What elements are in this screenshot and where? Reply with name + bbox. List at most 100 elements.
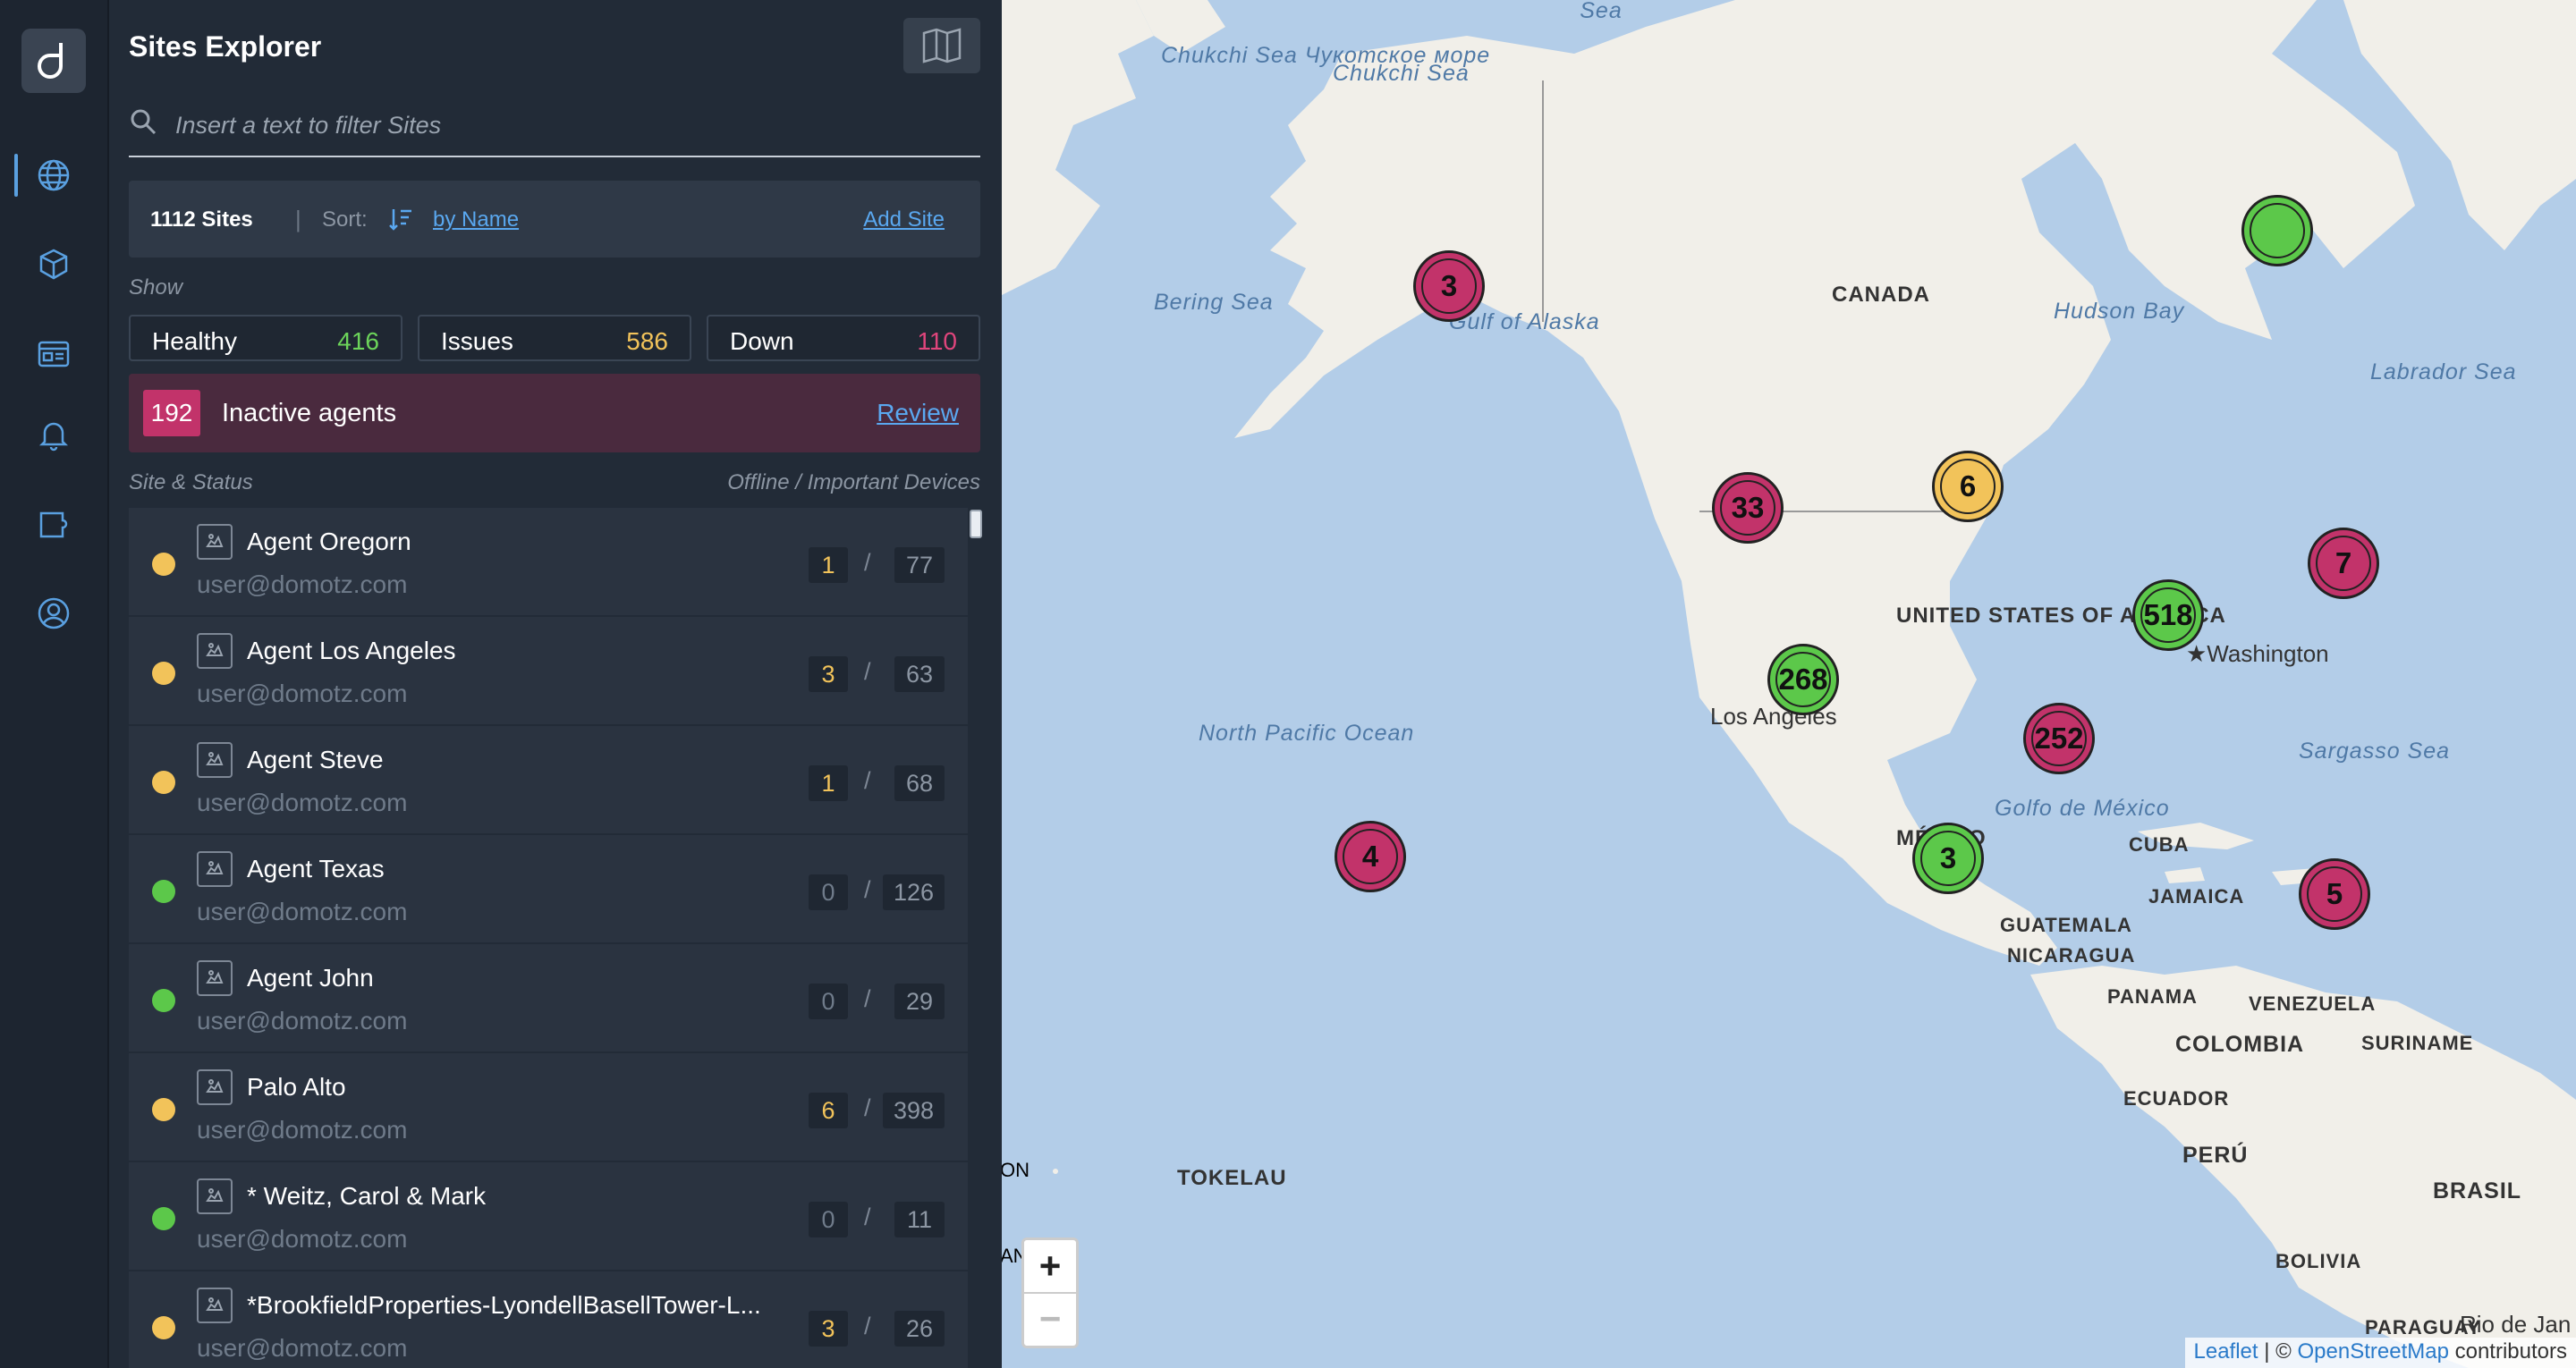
offline-devices-count: 0 [809, 984, 848, 1019]
user-icon [38, 597, 70, 629]
zoom-control: + − [1021, 1237, 1079, 1348]
site-row[interactable]: Agent Steve user@domotz.com 1 / 68 [129, 726, 968, 833]
agent-icon [197, 960, 233, 996]
add-site-link[interactable]: Add Site [863, 207, 945, 232]
status-dot [152, 880, 175, 903]
inactive-agents-banner: 192 Inactive agents Review [129, 374, 980, 452]
bell-icon [38, 422, 69, 452]
map-label-rio: Rio de Jan [2460, 1311, 2572, 1338]
site-row[interactable]: Palo Alto user@domotz.com 6 / 398 [129, 1053, 968, 1161]
map-cluster[interactable] [2241, 195, 2313, 266]
map-label-chukchi-sea-ru: Chukchi Sea Чукотское море [1161, 43, 1491, 68]
zoom-in-button[interactable]: + [1024, 1240, 1076, 1292]
column-site-status: Site & Status [129, 470, 253, 494]
sort-by-name-link[interactable]: by Name [433, 207, 519, 232]
nav-alerts[interactable] [27, 408, 80, 461]
map-toggle-button[interactable] [903, 18, 980, 73]
offline-devices-count: 6 [809, 1093, 848, 1128]
map-label-sargasso-sea: Sargasso Sea [2299, 739, 2451, 764]
count-separator: / [864, 549, 871, 576]
map-label-venezuela: VENEZUELA [2249, 992, 2377, 1015]
nav-account[interactable] [27, 587, 80, 640]
site-owner-email: user@domotz.com [197, 1225, 408, 1253]
domotz-logo[interactable] [21, 29, 86, 93]
osm-link[interactable]: OpenStreetMap [2298, 1339, 2449, 1364]
filter-issues-label: Issues [441, 327, 513, 355]
map-label-brasil: BRASIL [2433, 1178, 2522, 1203]
filter-healthy[interactable]: Healthy 416 [129, 315, 402, 361]
count-separator: / [864, 876, 871, 903]
site-row[interactable]: Agent Oregorn user@domotz.com 1 / 77 [129, 508, 968, 615]
map-cluster[interactable]: 7 [2308, 528, 2379, 599]
zoom-out-button[interactable]: − [1024, 1292, 1076, 1344]
offline-devices-count: 3 [809, 656, 848, 692]
nav-integrations[interactable] [27, 497, 80, 551]
site-name: * Weitz, Carol & Mark [247, 1182, 487, 1210]
map-attribution: Leaflet | © OpenStreetMap contributors [2184, 1338, 2576, 1368]
map-view[interactable]: ON AN Chukchi Sea Чукотское море Chukchi… [1002, 0, 2576, 1368]
map-label-chukchi-sea: Chukchi Sea [1333, 61, 1470, 86]
site-name: Agent Steve [247, 746, 384, 773]
agent-icon [197, 742, 233, 778]
map-label-bolivia: BOLIVIA [2275, 1250, 2362, 1272]
site-row[interactable]: * Weitz, Carol & Mark user@domotz.com 0 / 11 [129, 1162, 968, 1270]
site-list[interactable]: Agent Oregorn user@domotz.com 1 / 77 Agent Lo… [129, 508, 980, 1368]
status-dot [152, 1207, 175, 1230]
app-root: Sites Explorer 1112 Sites | Sort: by Nam… [0, 0, 2576, 1368]
map-cluster[interactable]: 4 [1335, 821, 1406, 892]
site-name: *BrookfieldProperties-LyondellBasellTowe… [247, 1291, 761, 1319]
important-devices-count: 77 [894, 547, 945, 583]
site-row[interactable]: Agent Los Angeles user@domotz.com 3 / 63 [129, 617, 968, 724]
sort-label: Sort: [322, 207, 368, 232]
map-label-on: ON [1002, 1159, 1030, 1181]
nav-sites[interactable] [14, 148, 80, 202]
map-cluster[interactable]: 268 [1767, 644, 1839, 715]
agent-icon [197, 1288, 233, 1323]
count-separator: / [864, 767, 871, 794]
map-label-tokelau: TOKELAU [1177, 1166, 1287, 1190]
site-row[interactable]: Agent Texas user@domotz.com 0 / 126 [129, 835, 968, 942]
site-name: Agent Los Angeles [247, 637, 456, 664]
map-cluster[interactable]: 518 [2132, 579, 2204, 651]
map-cluster[interactable]: 5 [2299, 858, 2370, 930]
agent-icon [197, 851, 233, 887]
review-link[interactable]: Review [877, 399, 959, 427]
site-row[interactable]: *BrookfieldProperties-LyondellBasellTowe… [129, 1271, 968, 1368]
site-search [129, 98, 980, 157]
site-owner-email: user@domotz.com [197, 789, 408, 816]
list-scrollbar[interactable] [970, 510, 982, 538]
agent-icon [197, 633, 233, 669]
map-cluster[interactable]: 6 [1932, 451, 2004, 522]
map-cluster[interactable]: 33 [1712, 472, 1784, 544]
map-label-sea: Sea [1580, 0, 1623, 23]
important-devices-count: 398 [882, 1093, 945, 1128]
map-label-guatemala: GUATEMALA [2000, 914, 2132, 936]
inactive-agents-label: Inactive agents [222, 399, 397, 427]
site-row[interactable]: Agent John user@domotz.com 0 / 29 [129, 944, 968, 1051]
book-map-icon [922, 28, 962, 63]
sites-summary-bar: 1112 Sites | Sort: by Name Add Site [129, 181, 980, 258]
site-owner-email: user@domotz.com [197, 680, 408, 707]
filter-down[interactable]: Down 110 [707, 315, 980, 361]
leaflet-link[interactable]: Leaflet [2194, 1339, 2258, 1364]
map-label-golfo-mexico: Golfo de México [1995, 796, 2170, 821]
site-name: Agent John [247, 964, 374, 992]
important-devices-count: 126 [882, 874, 945, 910]
map-cluster[interactable]: 3 [1912, 823, 1984, 894]
dashboard-icon [38, 341, 70, 367]
map-cluster[interactable]: 3 [1413, 250, 1485, 322]
nav-dashboard[interactable] [27, 327, 80, 381]
site-owner-email: user@domotz.com [197, 1334, 408, 1362]
map-label-bering-sea: Bering Sea [1154, 290, 1274, 315]
map-label-cuba: CUBA [2129, 833, 2190, 856]
search-input[interactable] [175, 107, 962, 143]
map-label-panama: PANAMA [2107, 985, 2198, 1008]
map-label-usa: UNITED STATES OF AMERICA [1896, 604, 2226, 628]
map-cluster[interactable]: 252 [2023, 703, 2095, 774]
map-label-jamaica: JAMAICA [2148, 885, 2245, 908]
map-label-labrador-sea: Labrador Sea [2370, 359, 2517, 384]
nav-devices[interactable] [27, 238, 80, 291]
filter-issues[interactable]: Issues 586 [418, 315, 691, 361]
sort-icon[interactable] [388, 206, 413, 232]
attribution-suffix: contributors [2448, 1339, 2567, 1364]
